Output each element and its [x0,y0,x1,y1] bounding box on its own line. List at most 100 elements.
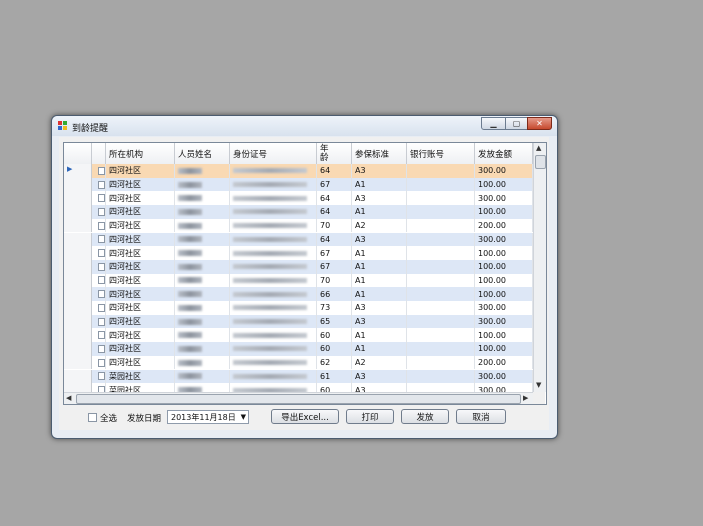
cell-age[interactable]: 73 [317,301,352,315]
scroll-right-icon[interactable]: ▶ [523,394,528,402]
row-checkbox[interactable] [98,207,105,216]
row-header[interactable] [64,287,92,301]
cell-std[interactable]: A1 [352,273,407,288]
cell-bank[interactable] [407,355,475,370]
row-checkbox[interactable] [98,303,105,312]
cell-std[interactable]: A2 [352,355,407,370]
cell-id[interactable] [230,218,317,233]
cell-org[interactable]: 四河社区 [106,287,175,301]
cell-name[interactable] [175,191,230,206]
row-checkbox[interactable] [98,276,105,285]
vertical-scroll-thumb[interactable] [535,155,546,169]
cell-amount[interactable]: 200.00 [475,355,533,370]
cell-amount[interactable]: 300.00 [475,301,533,315]
row-header[interactable] [64,314,92,329]
cell-age[interactable]: 64 [317,164,352,178]
cell-name[interactable] [175,205,230,219]
row-header[interactable] [64,342,92,356]
cell-name[interactable] [175,355,230,370]
cell-age[interactable]: 67 [317,177,352,192]
cell-age[interactable]: 65 [317,314,352,329]
cell-org[interactable]: 四河社区 [106,232,175,247]
cell-org[interactable]: 四河社区 [106,218,175,233]
row-header[interactable] [64,355,92,370]
cell-org[interactable]: 四河社区 [106,246,175,260]
cell-name[interactable] [175,273,230,288]
row-header[interactable] [64,218,92,233]
close-button[interactable]: ✕ [527,117,552,130]
cell-bank[interactable] [407,328,475,343]
cell-bank[interactable] [407,177,475,192]
cell-amount[interactable]: 100.00 [475,328,533,343]
row-checkbox[interactable] [98,290,105,299]
cell-std[interactable]: A1 [352,177,407,192]
cell-org[interactable]: 四河社区 [106,314,175,329]
cell-amount[interactable]: 100.00 [475,287,533,301]
cell-org[interactable]: 四河社区 [106,177,175,192]
cell-std[interactable]: A1 [352,205,407,219]
cell-age[interactable]: 70 [317,273,352,288]
row-checkbox[interactable] [98,180,105,189]
row-checkbox[interactable] [98,262,105,271]
row-header[interactable] [64,246,92,260]
data-grid[interactable]: 所在机构 人员姓名 身份证号 年 龄 参保标准 银行账号 发放金额 ▶ 四河社区 6… [63,142,547,405]
column-header-age[interactable]: 年 龄 [317,143,352,164]
table-row[interactable]: 四河社区 64 A1 100.00 [64,205,533,219]
cell-id[interactable] [230,205,317,219]
cell-std[interactable]: A3 [352,164,407,178]
cell-id[interactable] [230,177,317,192]
cell-bank[interactable] [407,301,475,315]
cell-bank[interactable] [407,369,475,384]
table-row[interactable]: 四河社区 66 A1 100.00 [64,287,533,301]
cell-bank[interactable] [407,191,475,206]
cell-amount[interactable]: 200.00 [475,218,533,233]
issue-button[interactable]: 发放 [401,409,449,424]
row-checkbox[interactable] [98,221,105,230]
row-checkbox[interactable] [98,166,105,175]
row-checkbox[interactable] [98,317,105,326]
cell-id[interactable] [230,328,317,343]
cell-amount[interactable]: 100.00 [475,259,533,274]
row-checkbox[interactable] [98,194,105,203]
cell-id[interactable] [230,314,317,329]
cell-bank[interactable] [407,287,475,301]
date-picker[interactable]: 2013年11月18日 ▼ [167,410,249,424]
cell-bank[interactable] [407,232,475,247]
cell-std[interactable]: A2 [352,218,407,233]
cell-amount[interactable]: 100.00 [475,177,533,192]
chevron-down-icon[interactable]: ▼ [241,413,246,421]
table-row[interactable]: 四河社区 73 A3 300.00 [64,301,533,315]
scroll-up-icon[interactable]: ▲ [536,144,541,152]
row-header[interactable] [64,232,92,247]
title-bar[interactable]: 到龄提醒 ▁ ▢ ✕ [52,116,557,136]
row-checkbox[interactable] [98,249,105,258]
table-row[interactable]: ▶ 四河社区 64 A3 300.00 [64,164,533,178]
cell-id[interactable] [230,287,317,301]
cell-std[interactable]: A3 [352,232,407,247]
cell-name[interactable] [175,164,230,178]
cell-age[interactable]: 60 [317,328,352,343]
cell-bank[interactable] [407,259,475,274]
cell-name[interactable] [175,246,230,260]
cell-org[interactable]: 四河社区 [106,355,175,370]
cell-std[interactable]: A1 [352,328,407,343]
cell-amount[interactable]: 300.00 [475,314,533,329]
cell-std[interactable]: A1 [352,342,407,356]
table-row[interactable]: 四河社区 67 A1 100.00 [64,259,533,274]
cell-id[interactable] [230,273,317,288]
cell-age[interactable]: 66 [317,287,352,301]
maximize-button[interactable]: ▢ [505,117,528,130]
cell-id[interactable] [230,246,317,260]
row-checkbox[interactable] [98,235,105,244]
cell-org[interactable]: 菜园社区 [106,369,175,384]
cell-age[interactable]: 61 [317,369,352,384]
row-header[interactable] [64,205,92,219]
table-row[interactable]: 四河社区 64 A3 300.00 [64,232,533,247]
cell-name[interactable] [175,301,230,315]
cell-org[interactable]: 四河社区 [106,273,175,288]
cell-std[interactable]: A1 [352,287,407,301]
cell-id[interactable] [230,369,317,384]
cell-std[interactable]: A1 [352,259,407,274]
table-row[interactable]: 四河社区 64 A3 300.00 [64,191,533,206]
row-header[interactable] [64,259,92,274]
